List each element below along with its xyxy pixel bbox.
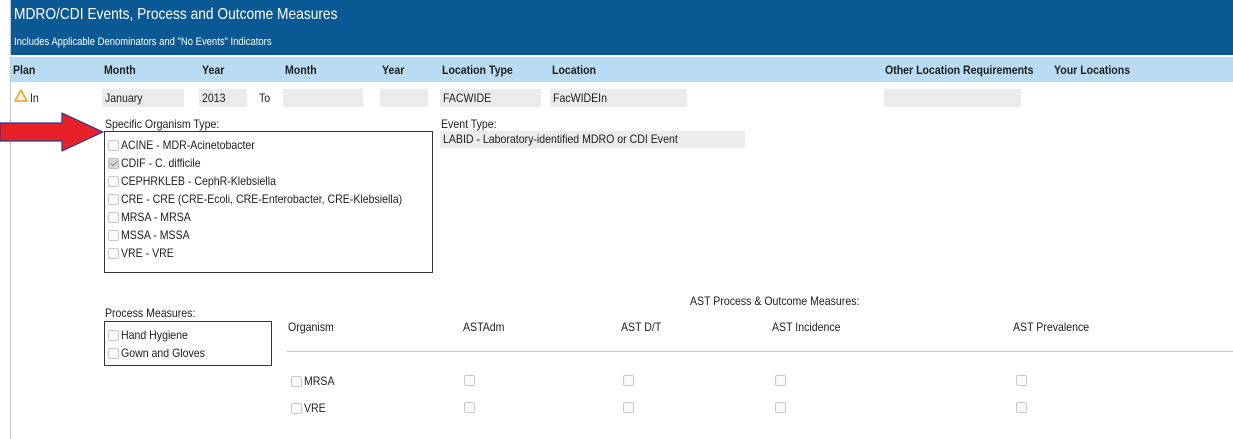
ast-organism-checkbox-vre[interactable]: [291, 402, 302, 414]
process-option-label: Hand Hygiene: [121, 328, 188, 342]
organism-checkbox-cre[interactable]: [108, 193, 119, 205]
organism-option-mssa[interactable]: MSSA - MSSA: [108, 226, 199, 244]
ast-header-organism: Organism: [288, 320, 334, 334]
col-header-end-month: Month: [285, 63, 317, 77]
organism-option-cdif[interactable]: CDIF - C. difficile: [108, 154, 211, 172]
start-year-field[interactable]: 2013: [199, 89, 247, 107]
col-header-month: Month: [104, 63, 136, 77]
ast-vre-astadm-checkbox[interactable]: [464, 402, 475, 413]
organism-checkbox-vre[interactable]: [108, 247, 119, 259]
organism-option-cephrkleb[interactable]: CEPHRKLEB - CephR-Klebsiella: [108, 172, 297, 190]
organism-type-label: Specific Organism Type:: [105, 117, 220, 131]
ast-section-title: AST Process & Outcome Measures:: [690, 294, 860, 308]
organism-option-vre[interactable]: VRE - VRE: [108, 244, 181, 262]
ast-vre-prevalence-checkbox[interactable]: [1016, 402, 1027, 413]
col-header-year: Year: [202, 63, 225, 77]
ast-header-divider: [287, 351, 1233, 352]
organism-option-label: ACINE - MDR-Acinetobacter: [121, 138, 255, 152]
ast-mrsa-astadm-checkbox[interactable]: [464, 375, 475, 386]
start-year-value: 2013: [202, 91, 226, 105]
ast-mrsa-astdt-checkbox[interactable]: [623, 375, 634, 386]
col-header-other-location-requirements: Other Location Requirements: [885, 63, 1034, 77]
event-type-field[interactable]: LABID - Laboratory-identified MDRO or CD…: [440, 131, 745, 148]
other-location-requirements-field[interactable]: [884, 89, 1021, 107]
col-header-location: Location: [552, 63, 596, 77]
process-option-label: Gown and Gloves: [121, 346, 205, 360]
end-year-field[interactable]: [380, 89, 428, 107]
warning-triangle-icon: [14, 89, 28, 102]
column-header-row: Plan Month Year Month Year Location Type…: [10, 57, 1233, 82]
process-option-gown-gloves[interactable]: Gown and Gloves: [108, 344, 216, 362]
form-subtitle: Includes Applicable Denominators and "No…: [14, 36, 272, 48]
organism-option-label: CDIF - C. difficile: [121, 156, 201, 170]
organism-option-label: CEPHRKLEB - CephR-Klebsiella: [121, 174, 276, 188]
organism-checkbox-cephrkleb[interactable]: [108, 175, 119, 187]
organism-option-label: VRE - VRE: [121, 246, 174, 260]
ast-organism-label: VRE: [304, 401, 326, 415]
organism-option-mrsa[interactable]: MRSA - MRSA: [108, 208, 200, 226]
process-checkbox-hand-hygiene[interactable]: [108, 329, 119, 341]
ast-header-ast-prevalence: AST Prevalence: [1013, 320, 1090, 334]
ast-mrsa-incidence-checkbox[interactable]: [775, 375, 786, 386]
plan-status-text: In: [30, 91, 39, 105]
col-header-your-locations: Your Locations: [1054, 63, 1131, 77]
col-header-plan: Plan: [13, 63, 36, 77]
ast-organism-checkbox-mrsa[interactable]: [291, 375, 302, 387]
organism-type-list: ACINE - MDR-Acinetobacter CDIF - C. diff…: [104, 131, 433, 273]
organism-option-label: CRE - CRE (CRE-Ecoli, CRE-Enterobacter, …: [121, 192, 403, 206]
ast-organism-label: MRSA: [304, 374, 335, 388]
organism-option-acine[interactable]: ACINE - MDR-Acinetobacter: [108, 136, 273, 154]
organism-option-label: MRSA - MRSA: [121, 210, 191, 224]
event-type-value: LABID - Laboratory-identified MDRO or CD…: [443, 132, 678, 146]
organism-checkbox-mssa[interactable]: [108, 229, 119, 241]
ast-vre-astdt-checkbox[interactable]: [623, 402, 634, 413]
location-type-value: FACWIDE: [443, 91, 492, 105]
organism-checkbox-acine[interactable]: [108, 139, 119, 151]
ast-header-ast-dt: AST D/T: [621, 320, 662, 334]
col-header-location-type: Location Type: [442, 63, 513, 77]
red-arrow-icon: [0, 112, 104, 152]
ast-mrsa-prevalence-checkbox[interactable]: [1016, 375, 1027, 386]
event-type-label: Event Type:: [441, 117, 497, 131]
organism-option-label: MSSA - MSSA: [121, 228, 190, 242]
start-month-field[interactable]: January: [102, 89, 184, 107]
col-header-end-year: Year: [382, 63, 405, 77]
form-title: MDRO/CDI Events, Process and Outcome Mea…: [14, 6, 338, 23]
ast-row-vre[interactable]: VRE: [291, 399, 329, 417]
location-type-field[interactable]: FACWIDE: [440, 89, 541, 107]
organism-option-cre[interactable]: CRE - CRE (CRE-Ecoli, CRE-Enterobacter, …: [108, 190, 440, 208]
organism-checkbox-mrsa[interactable]: [108, 211, 119, 223]
ast-vre-incidence-checkbox[interactable]: [775, 402, 786, 413]
organism-checkbox-cdif[interactable]: [108, 157, 119, 169]
process-checkbox-gown-gloves[interactable]: [108, 347, 119, 359]
ast-row-mrsa[interactable]: MRSA: [291, 372, 339, 390]
process-measures-list: Hand Hygiene Gown and Gloves: [104, 321, 272, 366]
location-value: FacWIDEIn: [553, 91, 607, 105]
form-title-bar: MDRO/CDI Events, Process and Outcome Mea…: [10, 0, 1233, 55]
process-measures-label: Process Measures:: [105, 306, 196, 320]
location-field[interactable]: FacWIDEIn: [550, 89, 687, 107]
start-month-value: January: [105, 91, 143, 105]
ast-header-ast-incidence: AST Incidence: [772, 320, 841, 334]
end-month-field[interactable]: [283, 89, 363, 107]
ast-header-astadm: ASTAdm: [463, 320, 505, 334]
to-label: To: [259, 91, 271, 105]
process-option-hand-hygiene[interactable]: Hand Hygiene: [108, 326, 197, 344]
